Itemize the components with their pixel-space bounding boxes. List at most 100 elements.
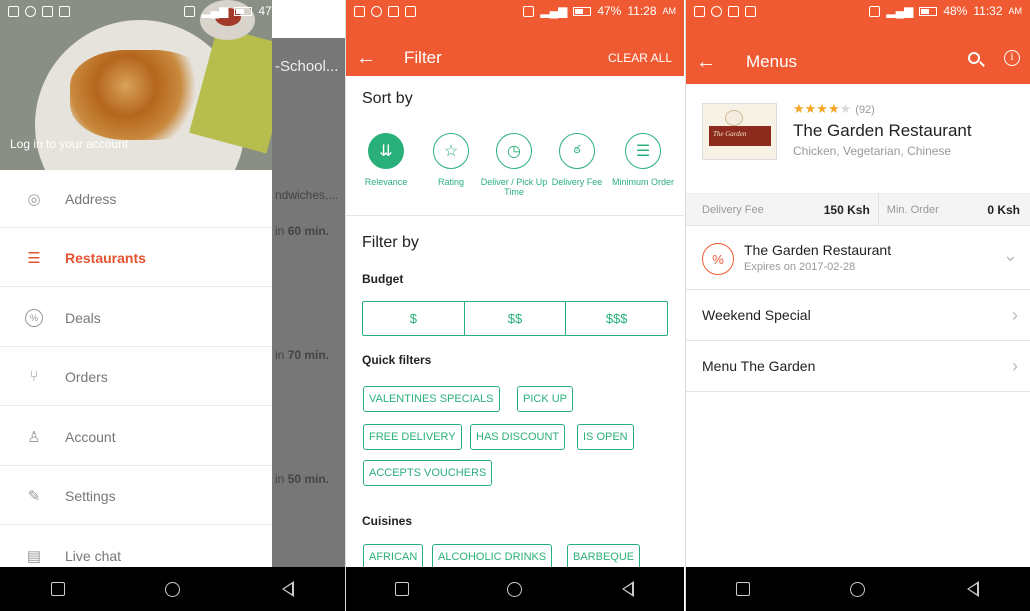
delivery-fee-label: Delivery Fee <box>702 203 764 216</box>
sort-option-time[interactable]: ◷ Deliver / Pick Up Time <box>479 133 549 197</box>
drawer-header-image[interactable]: Log in to your account <box>0 0 272 170</box>
drawer-item-label: Live chat <box>65 547 122 564</box>
back-icon <box>281 581 294 597</box>
system-nav-bar <box>0 567 345 611</box>
back-button[interactable] <box>268 574 308 604</box>
drawer-item-address[interactable]: ◎ Address <box>0 170 272 228</box>
home-button[interactable] <box>153 574 193 604</box>
logo-board: The Garden <box>709 126 771 146</box>
back-arrow-icon[interactable]: ← <box>686 51 726 74</box>
recents-button[interactable] <box>382 574 422 604</box>
drawer-item-account[interactable]: ♙ Account <box>0 408 272 466</box>
battery-icon <box>234 6 253 16</box>
drawer-item-settings[interactable]: ✎ Settings <box>0 467 272 525</box>
deal-title: The Garden Restaurant <box>744 242 892 258</box>
menu-item-weekend-special[interactable]: Weekend Special › <box>686 290 1030 341</box>
screen-navigation-drawer: -School... ndwiches,... in 60 min. in 70… <box>0 0 345 611</box>
signal-icon: ▂▄▆ <box>886 4 914 18</box>
mail-icon <box>728 5 739 17</box>
home-icon <box>507 581 523 597</box>
battery-icon <box>919 6 938 16</box>
file-icon <box>59 5 70 17</box>
recents-button[interactable] <box>38 574 78 604</box>
percent-icon: % <box>702 243 734 275</box>
clock-icon: ◷ <box>496 133 532 169</box>
chat-icon: ▤ <box>26 547 42 565</box>
drawer-item-deals[interactable]: % Deals <box>0 289 272 347</box>
back-button[interactable] <box>608 574 648 604</box>
chevron-right-icon: › <box>1012 304 1018 325</box>
quick-filter-chip[interactable]: FREE DELIVERY <box>363 424 462 450</box>
system-nav-bar <box>346 567 684 611</box>
star-icon: ☆ <box>433 133 469 169</box>
cuisines-heading: Cuisines <box>362 514 413 528</box>
sort-option-label: Delivery Fee <box>551 177 603 187</box>
back-arrow-icon[interactable]: ← <box>346 47 386 70</box>
quick-filter-chip[interactable]: IS OPEN <box>577 424 634 450</box>
sort-option-relevance[interactable]: ⇊ Relevance <box>351 133 421 187</box>
rating-stars: ★★★★★ (92) <box>793 101 875 116</box>
quick-filter-chip[interactable]: PICK UP <box>517 386 574 412</box>
quick-filter-chip[interactable]: ACCEPTS VOUCHERS <box>363 460 493 486</box>
back-button[interactable] <box>953 574 993 604</box>
person-icon: ♙ <box>27 428 41 446</box>
recents-button[interactable] <box>723 574 763 604</box>
sort-option-delivery-fee[interactable]: ఠ Delivery Fee <box>542 133 612 187</box>
sort-option-label: Relevance <box>364 177 408 187</box>
drawer-item-label: Restaurants <box>65 249 146 266</box>
login-link[interactable]: Log in to your account <box>10 137 128 151</box>
budget-option-high[interactable]: $$$ <box>566 302 667 335</box>
home-button[interactable] <box>495 574 535 604</box>
drawer-item-label: Orders <box>65 368 108 385</box>
restaurant-name: The Garden Restaurant <box>793 121 972 140</box>
deal-row[interactable]: % The Garden Restaurant Expires on 2017-… <box>686 227 1030 290</box>
alarm-icon <box>25 5 36 17</box>
fee-summary: Delivery Fee 150 Ksh Min. Order 0 Ksh <box>686 193 1030 226</box>
quick-filter-chip[interactable]: HAS DISCOUNT <box>470 424 566 450</box>
restaurant-logo: The Garden <box>702 103 777 160</box>
sim-icon <box>523 5 535 17</box>
drawer-item-restaurants[interactable]: ☰ Restaurants <box>0 229 272 287</box>
divider <box>346 215 684 216</box>
scooter-icon: ఠ <box>559 133 595 169</box>
home-icon <box>850 581 866 597</box>
clock-time: 11:27 <box>288 4 318 18</box>
drawer-item-label: Deals <box>65 309 101 326</box>
drawer-item-label: Account <box>65 428 116 445</box>
sim-icon <box>184 5 196 17</box>
budget-option-low[interactable]: $ <box>363 302 465 335</box>
background-list-overlay <box>272 38 345 567</box>
rating-count: (92) <box>855 104 875 116</box>
pasta-graphic <box>70 50 210 140</box>
clock-time: 11:28 <box>627 4 657 18</box>
drawer-item-orders[interactable]: ⑂ Orders <box>0 348 272 406</box>
system-nav-bar <box>686 567 1030 611</box>
search-icon[interactable] <box>968 52 980 64</box>
sort-option-rating[interactable]: ☆ Rating <box>416 133 486 187</box>
recents-icon <box>736 582 751 596</box>
info-icon[interactable]: i <box>1004 50 1020 66</box>
quick-filter-chip[interactable]: VALENTINES SPECIALS <box>363 386 500 412</box>
budget-heading: Budget <box>362 272 404 286</box>
menu-item-label: Weekend Special <box>702 307 811 323</box>
budget-option-mid[interactable]: $$ <box>465 302 567 335</box>
battery-icon <box>573 6 592 16</box>
divider <box>877 193 879 226</box>
budget-selector: $ $$ $$$ <box>362 301 668 336</box>
deal-expiry: Expires on 2017-02-28 <box>744 261 856 273</box>
home-button[interactable] <box>838 574 878 604</box>
clear-all-button[interactable]: CLEAR ALL <box>608 51 672 65</box>
mail-icon <box>42 5 53 17</box>
wrench-icon: ✎ <box>27 487 41 505</box>
logo-text: The Garden <box>713 130 747 138</box>
list-icon: ☰ <box>27 249 41 267</box>
sort-option-minimum-order[interactable]: ☰ Minimum Order <box>608 133 678 187</box>
sort-option-label: Deliver / Pick Up Time <box>480 177 548 197</box>
menu-item-label: Menu The Garden <box>702 358 816 374</box>
menu-item-menu-the-garden[interactable]: Menu The Garden › <box>686 341 1030 392</box>
page-title: Filter <box>404 48 442 67</box>
toolbar: ← Filter CLEAR ALL <box>346 40 684 76</box>
sim-icon <box>869 5 881 17</box>
delivery-fee-value: 150 Ksh <box>823 202 870 217</box>
recents-icon <box>395 582 410 596</box>
